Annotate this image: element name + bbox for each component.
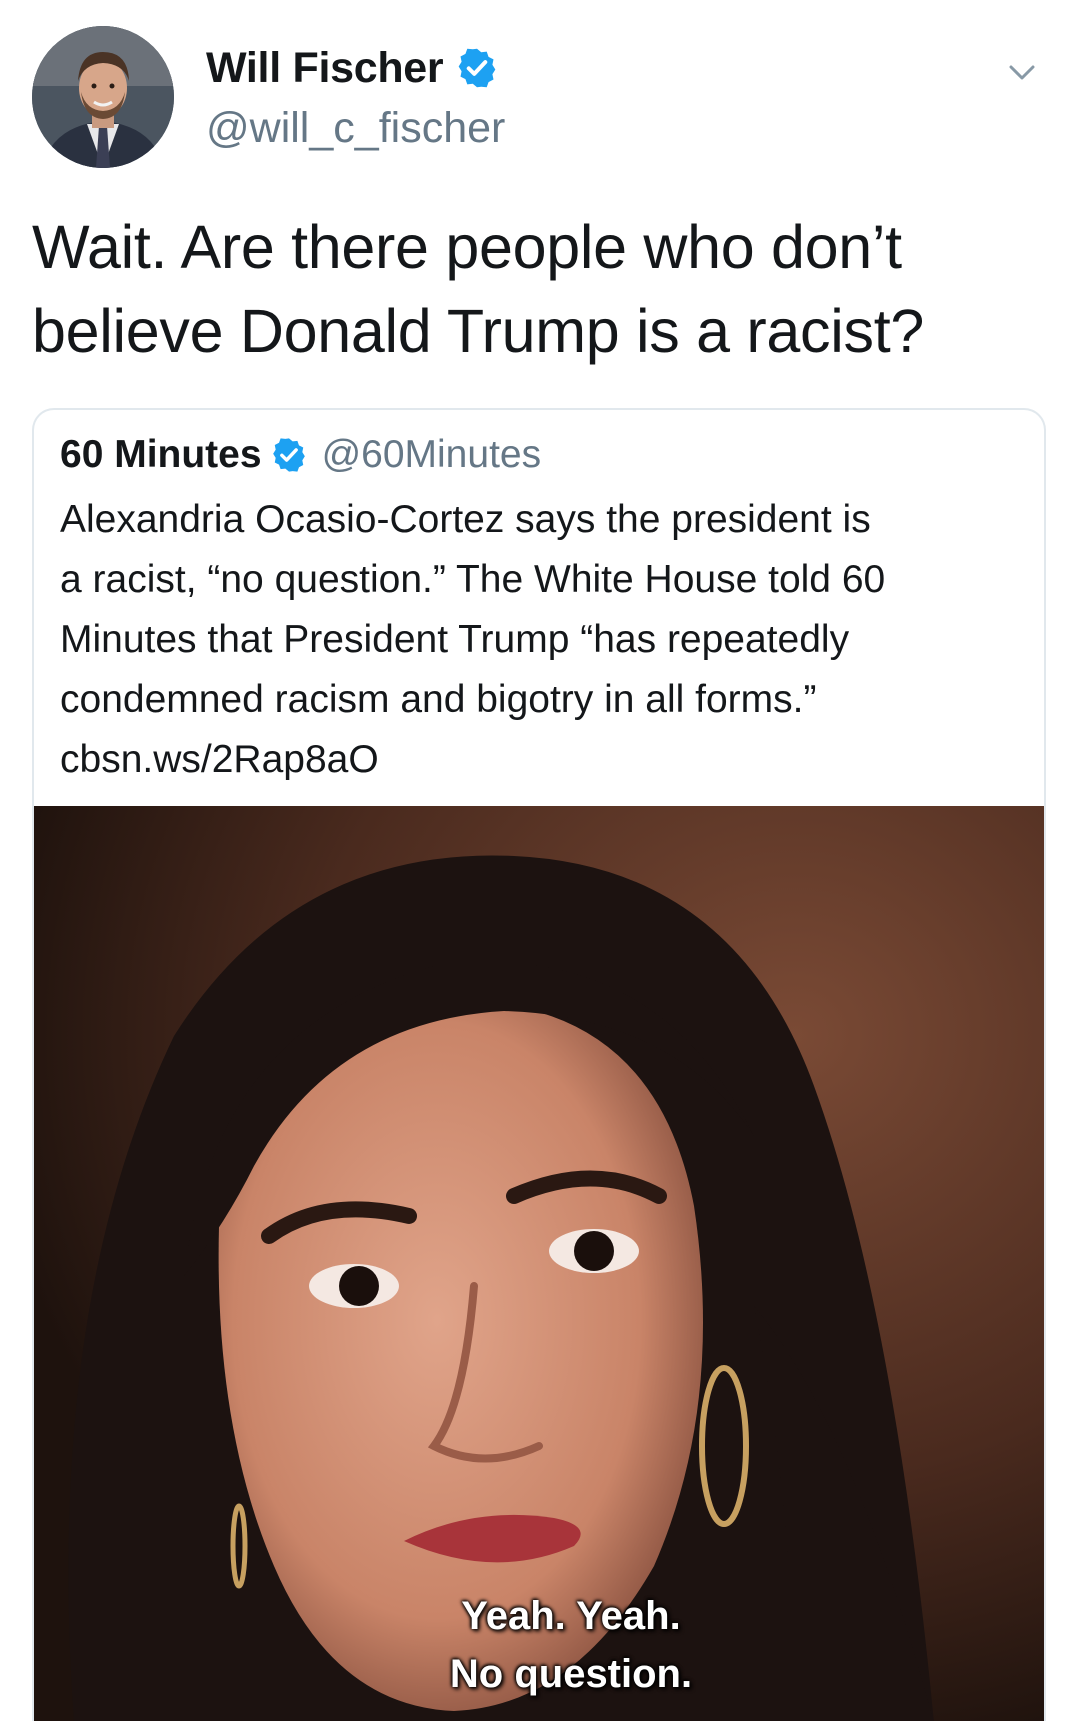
tweet-text: Wait. Are there people who don’t believe…	[32, 205, 1042, 373]
author-handle[interactable]: @will_c_fischer	[206, 104, 505, 153]
avatar-image	[32, 26, 174, 168]
quoted-text-line: a racist, “no question.” The White House…	[60, 558, 886, 601]
caption-line: Yeah. Yeah.	[461, 1594, 681, 1638]
quoted-text-line: Minutes that President Trump “has repeat…	[60, 618, 850, 661]
quoted-tweet-card[interactable]: 60 Minutes @60Minutes Alexandria Ocasio-…	[32, 408, 1046, 1721]
video-caption: Yeah. Yeah. No question.	[64, 1587, 1044, 1703]
author-display-name[interactable]: Will Fischer	[206, 44, 444, 93]
media-image	[34, 806, 1044, 1721]
verified-badge-icon	[270, 436, 308, 474]
tweet-text-line: believe Donald Trump is a racist?	[32, 297, 924, 365]
quoted-tweet-header: 60 Minutes @60Minutes	[60, 430, 541, 480]
chevron-down-icon[interactable]	[1002, 52, 1042, 92]
tweet-header: Will Fischer @will_c_fischer	[32, 26, 1048, 168]
quoted-text-line: Alexandria Ocasio-Cortez says the presid…	[60, 498, 871, 541]
caption-line: No question.	[449, 1652, 693, 1696]
avatar[interactable]	[32, 26, 174, 168]
tweet: Will Fischer @will_c_fischer Wait. Are t…	[0, 0, 1080, 1721]
quoted-author-display-name: 60 Minutes	[60, 433, 262, 476]
quoted-tweet-text: Alexandria Ocasio-Cortez says the presid…	[60, 490, 1035, 790]
tweet-text-line: Wait. Are there people who don’t	[32, 213, 902, 281]
quoted-text-line: condemned racism and bigotry in all form…	[60, 678, 817, 721]
quoted-author-handle: @60Minutes	[321, 433, 542, 476]
verified-badge-icon	[455, 46, 499, 90]
quoted-media-video-still[interactable]: Yeah. Yeah. No question.	[34, 806, 1044, 1721]
display-name-row: Will Fischer	[206, 38, 505, 98]
quoted-link[interactable]: cbsn.ws/2Rap8aO	[60, 730, 1035, 790]
author-names: Will Fischer @will_c_fischer	[206, 38, 505, 153]
